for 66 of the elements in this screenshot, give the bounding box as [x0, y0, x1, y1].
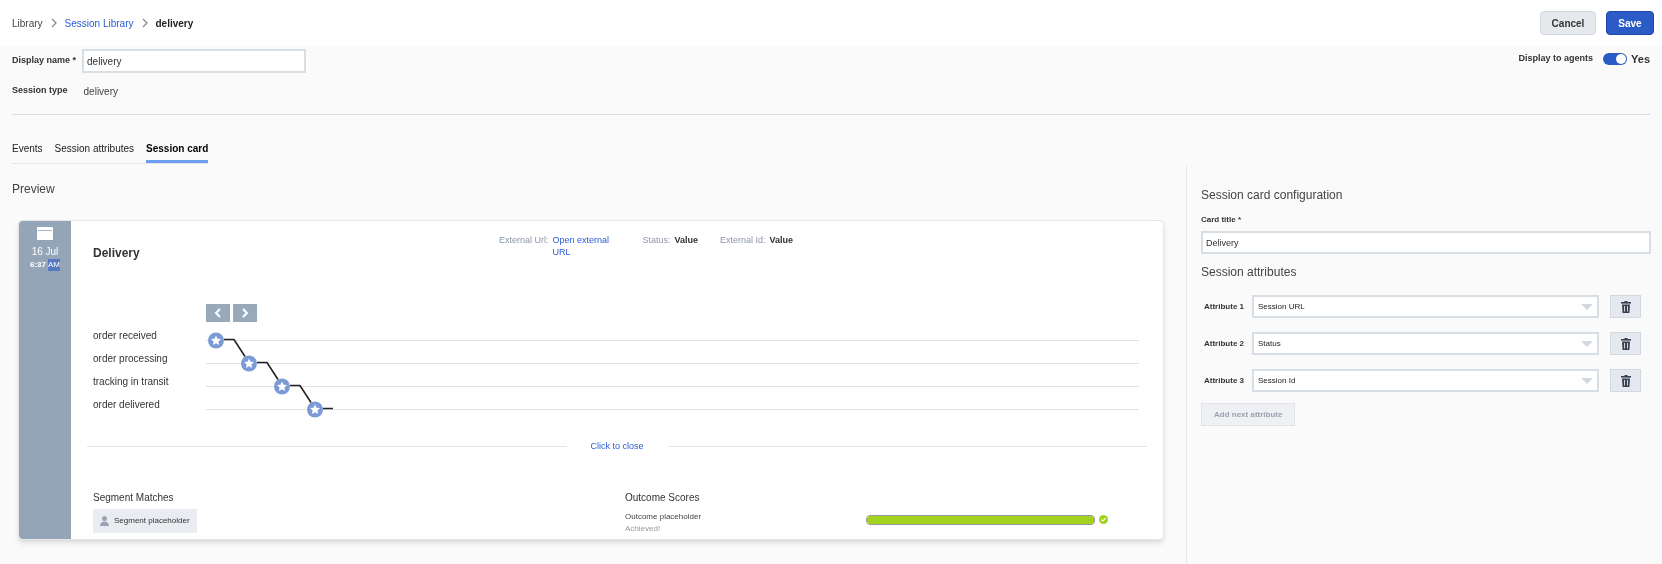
attribute-select[interactable]: Status — [1252, 332, 1599, 355]
chevron-right-icon — [241, 308, 249, 318]
breadcrumb-link[interactable]: Session Library — [64, 15, 134, 31]
field-label: Card title * — [1201, 214, 1242, 226]
add-attribute-button: Add next attribute — [1201, 403, 1296, 426]
external-url-link[interactable]: Open external URL — [552, 234, 621, 258]
card-time-meridiem: AM — [48, 259, 60, 271]
field-label: Display name * — [12, 54, 77, 68]
chevron-left-icon — [214, 308, 222, 318]
caret-icon — [1581, 340, 1593, 347]
breadcrumb-current: delivery — [155, 16, 194, 31]
session-type-value: delivery — [83, 84, 118, 99]
star-marker-icon — [208, 332, 224, 349]
star-marker-icon — [307, 401, 323, 418]
toggle-switch[interactable] — [1603, 53, 1628, 65]
event-label: order processing — [93, 352, 168, 366]
field-label: Attribute 3 — [1203, 374, 1245, 387]
outcome-status: Achieved! — [625, 522, 662, 535]
caret-icon — [1581, 377, 1593, 384]
field-label: Session type — [12, 84, 68, 98]
chevron-right-icon — [50, 18, 57, 28]
card-time: 6:37 — [30, 259, 46, 271]
cancel-button[interactable]: Cancel — [1540, 11, 1596, 35]
card-title: Delivery — [93, 245, 141, 262]
card-title-field[interactable]: Delivery — [1201, 231, 1651, 254]
save-button[interactable]: Save — [1606, 11, 1654, 35]
field-label: Attribute 2 — [1203, 337, 1245, 350]
outcome-name: Outcome placeholder — [625, 510, 703, 523]
star-marker-icon — [241, 355, 257, 372]
star-marker-icon — [274, 378, 290, 395]
toggle-state-label: Yes — [1631, 51, 1650, 67]
card-date: 16 Jul — [31, 245, 59, 259]
section-title: Preview — [12, 181, 56, 198]
section-title: Segment Matches — [93, 490, 175, 505]
event-label: order received — [93, 329, 157, 343]
tab[interactable]: Events — [12, 141, 43, 163]
field-value: Value — [769, 234, 794, 247]
section-title: Session card configuration — [1201, 187, 1344, 204]
close-link[interactable]: Click to close — [566, 440, 668, 454]
section-title: Outcome Scores — [625, 490, 701, 505]
calendar-icon — [37, 227, 53, 240]
field-value: Value — [674, 234, 699, 247]
trash-icon — [1620, 374, 1631, 387]
breadcrumb-link[interactable]: Library — [12, 15, 43, 31]
delete-button[interactable] — [1610, 295, 1641, 318]
field-label: External Id: — [720, 234, 766, 247]
attribute-select[interactable]: Session URL — [1252, 295, 1599, 318]
field-label: Attribute 1 — [1203, 300, 1245, 313]
segment-label: Segment placeholder — [114, 514, 190, 527]
tab[interactable]: Session attributes — [54, 141, 135, 163]
trash-icon — [1620, 337, 1631, 350]
delete-button[interactable] — [1610, 332, 1641, 355]
delete-button[interactable] — [1610, 369, 1641, 392]
attribute-select[interactable]: Session Id — [1252, 369, 1599, 392]
tab[interactable]: Session card — [146, 141, 209, 163]
display-name-field[interactable]: delivery — [82, 49, 307, 73]
person-icon — [100, 515, 109, 526]
field-label: Display to agents — [1518, 52, 1594, 66]
caret-icon — [1581, 303, 1593, 310]
trash-icon — [1620, 300, 1631, 313]
field-label: Status: — [642, 234, 671, 247]
event-label: order delivered — [93, 398, 160, 412]
field-label: External Url: — [499, 234, 549, 247]
chevron-right-icon — [141, 18, 148, 28]
section-title: Session attributes — [1201, 264, 1298, 281]
event-label: tracking in transit — [93, 375, 169, 389]
